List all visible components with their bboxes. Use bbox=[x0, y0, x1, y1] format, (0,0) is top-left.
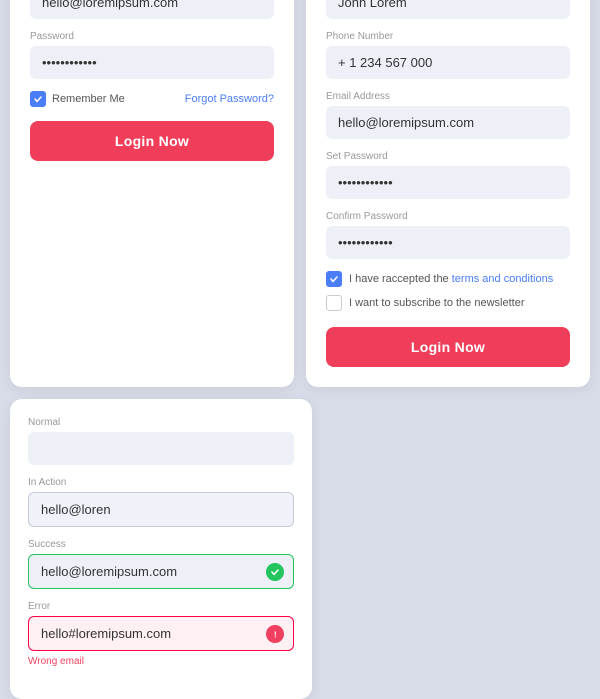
error-message: Wrong email bbox=[28, 656, 84, 667]
phone-input[interactable] bbox=[326, 46, 570, 79]
password-label: Password bbox=[30, 31, 274, 42]
inaction-field-group: In Action bbox=[28, 477, 294, 527]
signup-login-now-button[interactable]: Login Now bbox=[326, 327, 570, 367]
error-exclamation-icon: ! bbox=[266, 625, 284, 643]
fullname-input[interactable] bbox=[326, 0, 570, 19]
newsletter-checkbox[interactable] bbox=[326, 295, 342, 311]
success-checkmark-icon bbox=[266, 563, 284, 581]
set-password-label: Set Password bbox=[326, 151, 570, 162]
normal-field-group: Normal bbox=[28, 417, 294, 465]
remember-row: Remember Me Forgot Password? bbox=[30, 91, 274, 107]
signup-email-label: Email Address bbox=[326, 91, 570, 102]
svg-text:!: ! bbox=[274, 630, 277, 639]
error-input[interactable] bbox=[28, 616, 294, 651]
signup-email-input[interactable] bbox=[326, 106, 570, 139]
password-field-group: Password bbox=[30, 31, 274, 79]
success-label: Success bbox=[28, 539, 294, 550]
email-field-group: Email Address bbox=[30, 0, 274, 19]
states-card: Normal In Action Success bbox=[10, 399, 312, 699]
success-input-wrapper bbox=[28, 554, 294, 589]
error-field-group: Error ! Wrong email bbox=[28, 601, 294, 669]
signup-card: Log In Sign Up Full Name Phone Number Em… bbox=[306, 0, 590, 387]
email-input[interactable] bbox=[30, 0, 274, 19]
phone-field-group: Phone Number bbox=[326, 31, 570, 79]
login-card: Log In Sign Up Email Address Password bbox=[10, 0, 294, 387]
bottom-spacer bbox=[324, 399, 590, 699]
terms-label: I have raccepted the terms and condition… bbox=[349, 273, 553, 285]
terms-link[interactable]: terms and conditions bbox=[452, 273, 554, 285]
confirm-password-field-group: Confirm Password bbox=[326, 211, 570, 259]
error-input-wrapper: ! bbox=[28, 616, 294, 651]
confirm-password-input[interactable] bbox=[326, 226, 570, 259]
main-container: Log In Sign Up Email Address Password bbox=[10, 0, 590, 699]
set-password-field-group: Set Password bbox=[326, 151, 570, 199]
bottom-row: Normal In Action Success bbox=[10, 399, 590, 699]
error-icon-wrapper: ! bbox=[266, 625, 284, 643]
fullname-field-group: Full Name bbox=[326, 0, 570, 19]
success-icon-wrapper bbox=[266, 563, 284, 581]
newsletter-row: I want to subscribe to the newsletter bbox=[326, 295, 570, 311]
forgot-password-link[interactable]: Forgot Password? bbox=[185, 93, 274, 105]
confirm-password-label: Confirm Password bbox=[326, 211, 570, 222]
success-input[interactable] bbox=[28, 554, 294, 589]
password-input[interactable] bbox=[30, 46, 274, 79]
terms-row: I have raccepted the terms and condition… bbox=[326, 271, 570, 287]
inaction-input[interactable] bbox=[28, 492, 294, 527]
success-field-group: Success bbox=[28, 539, 294, 589]
remember-label: Remember Me bbox=[52, 93, 125, 105]
remember-checkbox[interactable] bbox=[30, 91, 46, 107]
remember-left: Remember Me bbox=[30, 91, 125, 107]
newsletter-label: I want to subscribe to the newsletter bbox=[349, 297, 524, 309]
phone-label: Phone Number bbox=[326, 31, 570, 42]
normal-input[interactable] bbox=[28, 432, 294, 465]
login-now-button[interactable]: Login Now bbox=[30, 121, 274, 161]
error-label: Error bbox=[28, 601, 294, 612]
normal-label: Normal bbox=[28, 417, 294, 428]
signup-email-field-group: Email Address bbox=[326, 91, 570, 139]
set-password-input[interactable] bbox=[326, 166, 570, 199]
terms-checkbox[interactable] bbox=[326, 271, 342, 287]
top-row: Log In Sign Up Email Address Password bbox=[10, 0, 590, 387]
inaction-label: In Action bbox=[28, 477, 294, 488]
